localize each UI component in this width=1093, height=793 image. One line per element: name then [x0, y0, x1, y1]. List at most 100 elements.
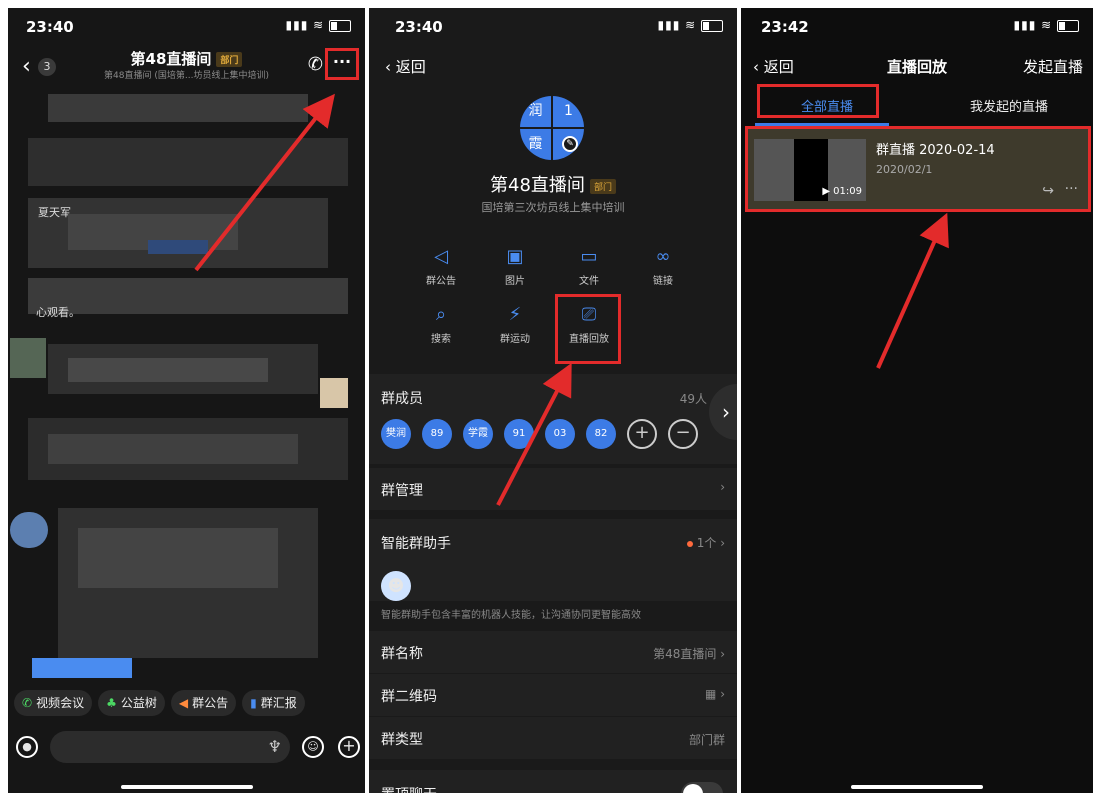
group-name-row[interactable]: 群名称 第48直播间 › — [369, 631, 737, 673]
chat-title-text: 第48直播间 — [130, 50, 212, 68]
member-avatar[interactable]: 樊润 — [381, 419, 411, 449]
status-bar: 23:40 ▮▮▮ ≋ — [369, 8, 737, 42]
group-title-text: 第48直播间 — [490, 175, 585, 196]
group-subtitle: 国培第三次坊员线上集中培训 — [481, 201, 625, 214]
group-type-row: 群类型 部门群 — [369, 717, 737, 759]
blurred-avatar — [10, 512, 48, 548]
grid-label: 群运动 — [500, 334, 530, 345]
back-label: 返回 — [395, 58, 426, 76]
grid-item-links[interactable]: ∞ 链接 — [633, 246, 693, 287]
qr-code-icon: ▦ › — [705, 687, 725, 701]
chip-video-meeting[interactable]: ✆ 视频会议 — [14, 690, 93, 716]
pin-chat-toggle[interactable] — [681, 782, 723, 793]
blurred-message — [68, 358, 268, 382]
members-label: 群成员 — [381, 391, 423, 407]
assistant-avatar[interactable]: ☻ — [381, 571, 411, 601]
remove-member-icon[interactable]: − — [668, 419, 698, 449]
plus-icon[interactable]: + — [338, 736, 360, 758]
group-name-value: 第48直播间 › — [653, 647, 725, 661]
thumbs-up-icon[interactable]: ♆ — [268, 737, 282, 756]
assistant-note: 智能群助手包含丰富的机器人技能，让沟通协同更智能高效 — [381, 610, 641, 621]
tab-my-live[interactable]: 我发起的直播 — [970, 96, 1048, 115]
chip-announcement[interactable]: ◀ 群公告 — [170, 690, 237, 716]
edit-icon[interactable]: ✎ — [562, 136, 578, 152]
message-sender: 夏天军 — [38, 206, 71, 219]
message-text: 心观看。 — [36, 306, 80, 319]
mic-icon[interactable]: ● — [16, 736, 38, 758]
qr-label: 群二维码 — [381, 689, 437, 705]
replay-card[interactable]: ▶ 01:09 群直播 2020-02-14 2020/02/1 ↪ ··· — [745, 126, 1091, 212]
phone-call-icon[interactable]: ✆ — [308, 54, 323, 75]
more-button[interactable]: ··· — [325, 48, 359, 80]
chat-screen: 23:40 ▮▮▮ ≋ ‹ 3 第48直播间 部门 第48直播间 (国培第...坊… — [8, 8, 365, 793]
status-time: 23:40 — [26, 18, 74, 36]
avatar-char: 霞 — [528, 136, 543, 152]
blurred-avatar — [320, 378, 348, 408]
blurred-message — [48, 94, 308, 122]
home-indicator — [120, 785, 253, 789]
start-live-button[interactable]: 发起直播 — [1023, 56, 1083, 77]
assistant-count-text: 1个 — [696, 536, 717, 550]
emoji-icon[interactable]: ☺ — [302, 736, 324, 758]
dept-tag: 部门 — [589, 178, 616, 194]
video-thumbnail[interactable]: ▶ 01:09 — [754, 139, 866, 201]
chat-nav-bar: ‹ 3 第48直播间 部门 第48直播间 (国培第...坊员线上集中培训) ✆ ·… — [8, 42, 365, 88]
manage-row[interactable]: 群管理 › — [369, 468, 737, 510]
status-bar: 23:40 ▮▮▮ ≋ — [8, 8, 365, 42]
member-avatar[interactable]: 学霞 — [463, 419, 493, 449]
member-avatar[interactable]: 82 — [586, 419, 616, 449]
grid-item-announcement[interactable]: ◁ 群公告 — [411, 246, 471, 287]
assistant-label: 智能群助手 — [381, 536, 451, 552]
run-icon: ⚡ — [508, 304, 522, 325]
chip-label: 群公告 — [192, 696, 229, 710]
grid-label: 链接 — [653, 276, 673, 287]
folder-icon: ▭ — [580, 246, 598, 267]
blurred-message — [28, 138, 348, 186]
replay-nav-bar: ‹ 返回 直播回放 发起直播 — [741, 52, 1093, 82]
member-avatar[interactable]: 89 — [422, 419, 452, 449]
replay-date: 2020/02/1 — [876, 163, 933, 176]
grid-item-images[interactable]: ▣ 图片 — [485, 246, 545, 287]
grid-label: 图片 — [505, 276, 525, 287]
signal-wifi-battery-icon: ▮▮▮ ≋ — [286, 18, 351, 32]
manage-label: 群管理 — [381, 483, 423, 499]
signal-wifi-battery-icon: ▮▮▮ ≋ — [1014, 18, 1079, 32]
group-title: 第48直播间 部门 — [369, 171, 737, 197]
grid-item-search[interactable]: ⌕ 搜索 — [411, 304, 471, 345]
chip-charity-tree[interactable]: ♣ 公益树 — [98, 690, 165, 716]
grid-item-sports[interactable]: ⚡ 群运动 — [485, 304, 545, 345]
blurred-message — [148, 240, 208, 254]
chevron-right-icon: › — [720, 480, 725, 494]
back-button[interactable]: ‹ 返回 — [385, 56, 426, 77]
qr-row[interactable]: 群二维码 ▦ › — [369, 674, 737, 716]
grid-item-files[interactable]: ▭ 文件 — [559, 246, 619, 287]
member-avatar[interactable]: 03 — [545, 419, 575, 449]
message-input[interactable]: ♆ — [50, 731, 290, 763]
grid-label: 文件 — [579, 276, 599, 287]
group-type-value: 部门群 — [688, 733, 725, 747]
blurred-avatar — [10, 338, 46, 378]
video-meeting-icon: ✆ — [22, 696, 33, 710]
assistant-row[interactable]: 智能群助手 1个 › — [369, 519, 737, 601]
charity-tree-icon: ♣ — [106, 696, 117, 710]
video-duration: ▶ 01:09 — [822, 186, 862, 197]
search-icon: ⌕ — [435, 304, 447, 325]
blurred-message — [48, 434, 298, 464]
dept-tag: 部门 — [216, 52, 243, 67]
pin-chat-label: 置顶聊天 — [381, 784, 437, 793]
red-dot-icon — [686, 540, 693, 547]
member-avatar[interactable]: 91 — [504, 419, 534, 449]
input-bar: ● ♆ ☺ + — [8, 728, 365, 768]
avatar-char: 1 — [564, 103, 573, 119]
megaphone-icon: ◁ — [434, 246, 448, 267]
more-icon[interactable]: ··· — [1065, 181, 1078, 197]
share-icon[interactable]: ↪ — [1042, 183, 1054, 199]
members-count: 49人 — [679, 392, 707, 406]
group-name-label: 群名称 — [381, 646, 423, 662]
grid-label: 群公告 — [426, 276, 456, 287]
add-member-icon[interactable]: + — [627, 419, 657, 449]
group-settings-screen: 23:40 ▮▮▮ ≋ ‹ 返回 润 1 霞 1 ✎ 第48直播间部门 国培第三… — [369, 8, 737, 793]
chip-label: 群汇报 — [260, 696, 297, 710]
chip-report[interactable]: ▮ 群汇报 — [242, 690, 305, 716]
group-name-value-text: 第48直播间 — [653, 647, 717, 661]
